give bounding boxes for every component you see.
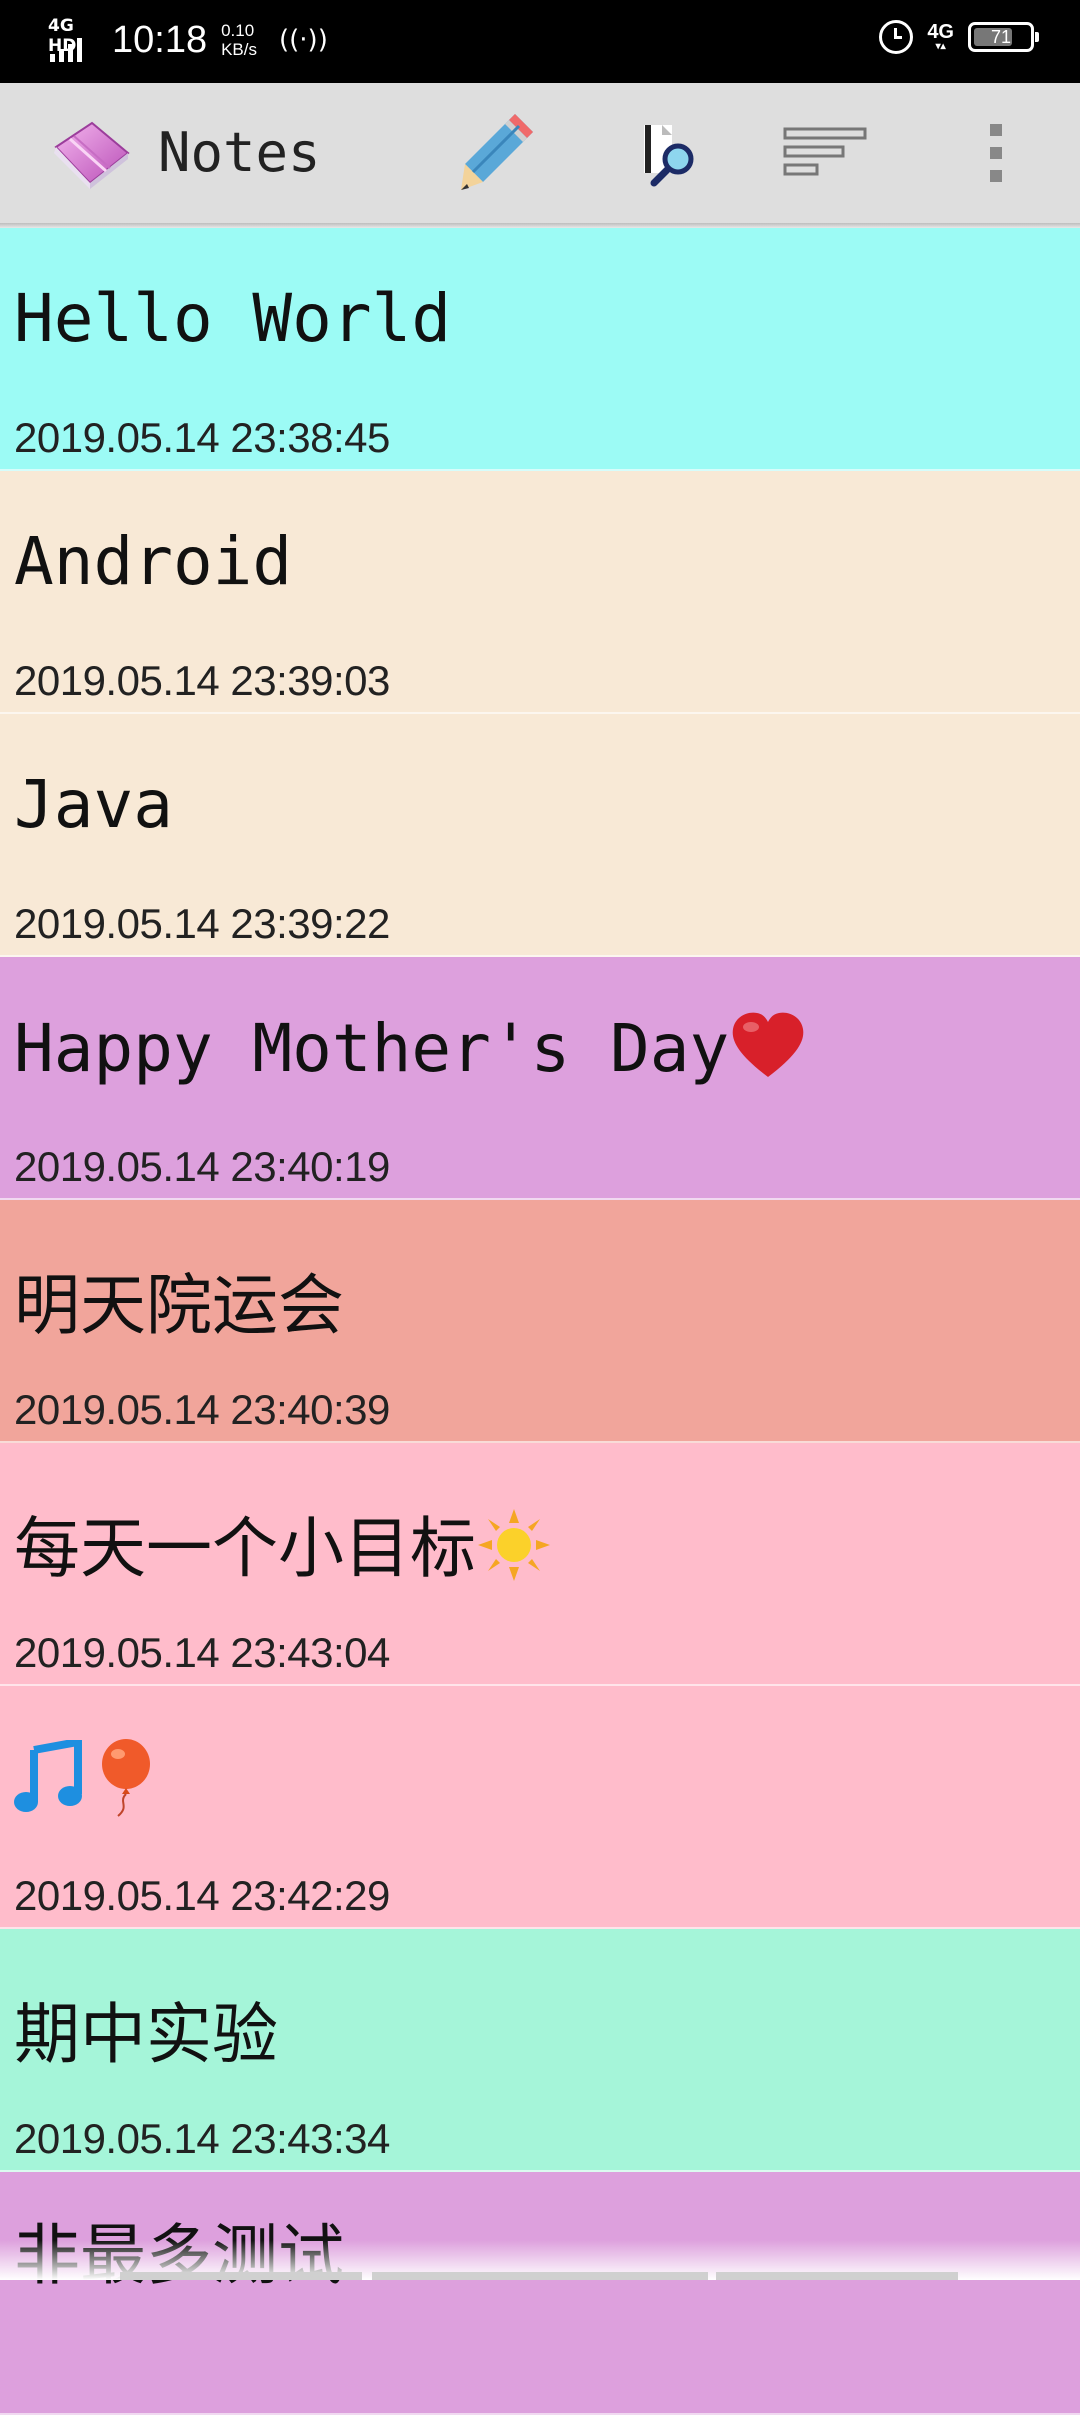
pencil-icon [453,110,539,196]
sort-icon [781,123,871,183]
note-title-row: 每天一个小目标 [14,1495,552,1599]
note-title: Happy Mother's Day [14,1010,730,1088]
search-icon [626,113,706,193]
sort-button[interactable] [778,105,874,201]
music-note-emoji-icon [14,1737,86,1832]
note-date: 2019.05.14 23:38:45 [14,414,390,461]
battery-level: 71 [990,27,1012,47]
note-item[interactable]: 每天一个小目标 2019.05.14 23:43:04 [0,1443,1080,1686]
alarm-icon [879,20,914,54]
note-date: 2019.05.14 23:42:29 [14,1872,390,1919]
note-title: Java [14,766,173,843]
search-button[interactable] [618,105,714,201]
nav-hint [372,2272,708,2280]
signal-icon: 4G HD [48,16,98,62]
app-notebook-icon [48,117,134,191]
note-title: Android [14,523,293,600]
note-item[interactable]: Android 2019.05.14 23:39:03 [0,471,1080,714]
note-item[interactable]: Happy Mother's Day 2019.05.14 23:40:19 [0,957,1080,1200]
note-item[interactable]: 期中实验 2019.05.14 23:43:34 [0,1929,1080,2172]
more-options-button[interactable] [948,105,1044,201]
battery-icon: 71 [968,22,1039,52]
nav-hint [120,2272,362,2280]
network-speed: 0.10 KB/s [221,21,257,59]
note-date: 2019.05.14 23:43:34 [14,2115,390,2162]
balloon-emoji-icon [96,1738,152,1834]
action-bar: Notes [0,83,1080,223]
note-item[interactable]: 明天院运会 2019.05.14 23:40:39 [0,1200,1080,1443]
more-icon [986,120,1006,186]
heart-emoji-icon [729,1009,807,1097]
status-bar: 4G HD 10:18 0.10 KB/s ((·)) 4G ▾▴ 71 [0,0,1080,83]
note-date: 2019.05.14 23:43:04 [14,1629,390,1676]
note-date: 2019.05.14 23:40:39 [14,1386,390,1433]
speed-unit: KB/s [221,40,257,59]
note-item[interactable]: Hello World 2019.05.14 23:38:45 [0,228,1080,471]
notes-list[interactable]: Hello World 2019.05.14 23:38:45 Android … [0,228,1080,2415]
note-date: 2019.05.14 23:39:22 [14,900,390,947]
app-title: Notes [158,121,321,184]
hotspot-icon: ((·)) [279,25,328,55]
note-title-row: Happy Mother's Day [14,1009,807,1097]
note-item[interactable]: 2019.05.14 23:42:29 [0,1686,1080,1929]
note-item[interactable]: Java 2019.05.14 23:39:22 [0,714,1080,957]
note-title: Hello World [14,280,452,357]
sun-emoji-icon [476,1507,552,1599]
new-note-button[interactable] [448,105,544,201]
status-time: 10:18 [112,18,208,61]
note-title: 明天院运会 [14,1267,344,1344]
network-label: 4G [927,21,954,43]
note-date: 2019.05.14 23:40:19 [14,1143,390,1190]
note-date: 2019.05.14 23:39:03 [14,657,390,704]
note-item[interactable]: 非最多测试 [0,2172,1080,2415]
speed-value: 0.10 [221,21,255,40]
note-title: 每天一个小目标 [14,1510,476,1587]
network-4g-icon: 4G ▾▴ [927,21,954,52]
note-title: 期中实验 [14,1996,278,2073]
note-title-row [14,1737,152,1834]
nav-hint [716,2272,958,2280]
